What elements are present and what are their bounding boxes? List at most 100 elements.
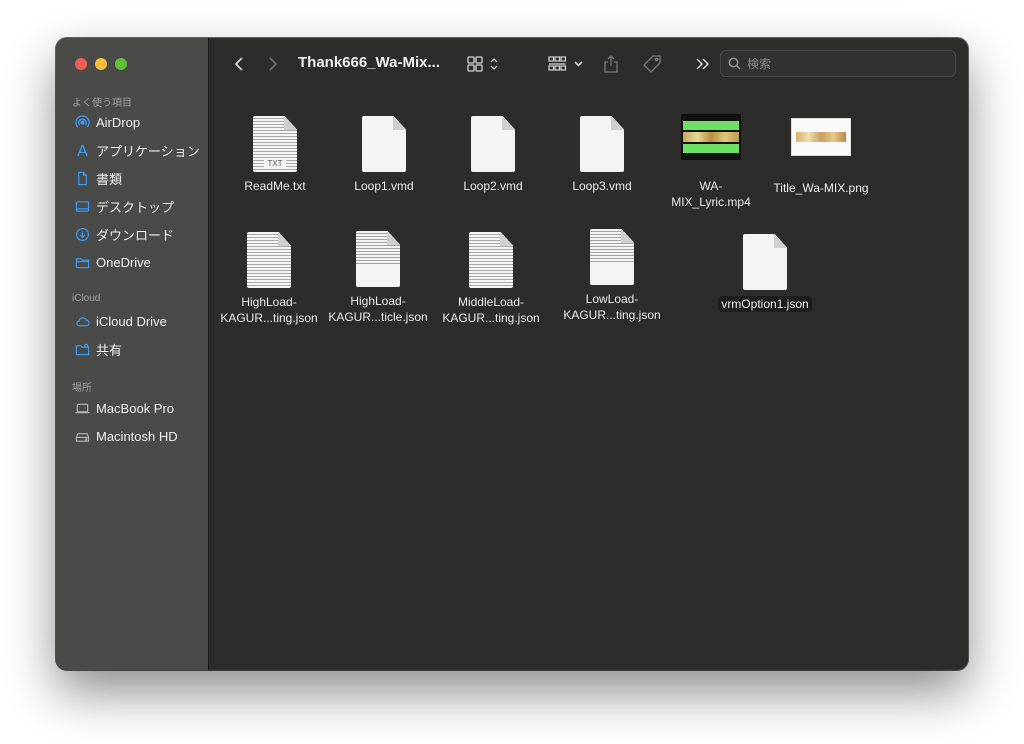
video-thumbnail	[681, 114, 741, 160]
sidebar: よく使う項目 AirDrop アプリケーション 書類 デスクトップ ダウンロード…	[56, 38, 209, 670]
sidebar-item-label: ダウンロード	[96, 227, 175, 243]
file-type-tag: TXT	[264, 159, 286, 168]
file-item-middleload[interactable]: MiddleLoad- KAGUR...ting.json	[436, 218, 546, 326]
view-mode-button[interactable]	[466, 52, 504, 76]
file-grid: TXT ReadMe.txt Loop1.vmd Loop2.vmd Loop3…	[210, 90, 968, 670]
chevron-right-icon	[269, 57, 278, 71]
group-button[interactable]	[547, 52, 587, 76]
forward-button[interactable]	[263, 52, 283, 76]
window-controls	[75, 58, 127, 70]
toolbar: Thank666_Wa-Mix... 検索	[209, 38, 968, 90]
file-item-readme[interactable]: TXT ReadMe.txt	[220, 102, 330, 194]
window-title: Thank666_Wa-Mix...	[298, 54, 440, 71]
chevron-left-icon	[234, 57, 243, 71]
document-icon	[74, 170, 90, 186]
file-icon-wrap	[323, 217, 433, 287]
json-file-icon	[356, 231, 400, 287]
sidebar-item-desktop[interactable]: デスクトップ	[74, 196, 174, 216]
download-icon	[74, 226, 90, 242]
sidebar-item-airdrop[interactable]: AirDrop	[74, 112, 140, 132]
more-toolbar-button[interactable]	[693, 52, 713, 76]
share-button[interactable]	[601, 52, 621, 76]
sidebar-section-favorites-title: よく使う項目	[72, 98, 132, 109]
sidebar-item-onedrive[interactable]: OneDrive	[74, 252, 151, 272]
laptop-icon	[74, 400, 90, 416]
file-item-highload-ticle[interactable]: HighLoad- KAGUR...ticle.json	[323, 217, 433, 325]
file-item-highload-ting[interactable]: HighLoad- KAGUR...ting.json	[214, 218, 324, 326]
json-file-icon	[743, 234, 787, 290]
file-name: Loop2.vmd	[463, 179, 523, 193]
file-icon-wrap	[214, 218, 324, 288]
sidebar-item-label: MacBook Pro	[96, 400, 175, 416]
zoom-button[interactable]	[115, 58, 127, 70]
blank-file-icon	[580, 116, 624, 172]
text-file-icon: TXT	[253, 116, 297, 172]
image-thumbnail	[791, 118, 851, 156]
file-item-loop1[interactable]: Loop1.vmd	[329, 102, 439, 194]
file-item-title-png[interactable]: Title_Wa-MIX.png	[766, 102, 876, 196]
sidebar-item-label: 共有	[96, 342, 123, 358]
sidebar-item-label: Macintosh HD	[96, 428, 178, 444]
disk-icon	[74, 428, 90, 444]
sidebar-item-macintosh-hd[interactable]: Macintosh HD	[74, 426, 178, 446]
file-item-loop3[interactable]: Loop3.vmd	[547, 102, 657, 194]
file-name: WA- MIX_Lyric.mp4	[671, 179, 751, 209]
blank-file-icon	[362, 116, 406, 172]
sidebar-item-label: AirDrop	[96, 114, 141, 130]
file-icon-wrap	[710, 230, 820, 290]
file-icon-wrap	[766, 102, 876, 172]
tag-button[interactable]	[641, 52, 663, 76]
finder-window: よく使う項目 AirDrop アプリケーション 書類 デスクトップ ダウンロード…	[56, 38, 968, 670]
file-icon-wrap	[329, 102, 439, 172]
file-name: Title_Wa-MIX.png	[773, 181, 869, 195]
file-icon-wrap	[557, 215, 667, 285]
file-item-vrmoption[interactable]: vrmOption1.json	[710, 230, 820, 312]
file-name: ReadMe.txt	[244, 179, 306, 193]
sidebar-section-icloud-title: iCloud	[72, 293, 101, 304]
file-name: HighLoad- KAGUR...ting.json	[220, 295, 318, 325]
blank-file-icon	[471, 116, 515, 172]
file-icon-wrap	[436, 218, 546, 288]
file-item-loop2[interactable]: Loop2.vmd	[438, 102, 548, 194]
share-icon	[604, 55, 618, 73]
file-item-lowload[interactable]: LowLoad- KAGUR...ting.json	[557, 215, 667, 323]
folder-icon	[74, 254, 90, 270]
airdrop-icon	[74, 114, 90, 130]
sidebar-item-label: iCloud Drive	[96, 313, 167, 329]
file-name: vrmOption1.json	[718, 296, 812, 312]
icon-view-icon	[467, 56, 498, 72]
cloud-icon	[74, 313, 90, 329]
search-icon	[728, 57, 741, 70]
file-name: HighLoad- KAGUR...ticle.json	[328, 294, 428, 324]
tag-icon	[643, 55, 661, 73]
json-file-icon	[469, 232, 513, 288]
file-name: LowLoad- KAGUR...ting.json	[563, 292, 661, 322]
file-icon-wrap	[547, 102, 657, 172]
file-icon-wrap	[656, 102, 766, 172]
sidebar-item-label: アプリケーション	[96, 143, 200, 159]
sidebar-item-icloud-drive[interactable]: iCloud Drive	[74, 311, 167, 331]
file-icon-wrap	[438, 102, 548, 172]
file-name: Loop1.vmd	[354, 179, 414, 193]
sidebar-item-label: デスクトップ	[96, 199, 175, 215]
sidebar-item-label: 書類	[96, 171, 123, 187]
sidebar-item-downloads[interactable]: ダウンロード	[74, 224, 174, 244]
minimize-button[interactable]	[95, 58, 107, 70]
search-field[interactable]: 検索	[720, 50, 956, 77]
file-icon-wrap: TXT	[220, 102, 330, 172]
double-chevron-right-icon	[696, 58, 710, 70]
sidebar-item-label: OneDrive	[96, 254, 151, 270]
sidebar-item-applications[interactable]: アプリケーション	[74, 140, 200, 160]
sidebar-item-shared[interactable]: 共有	[74, 339, 122, 359]
sidebar-section-locations-title: 場所	[72, 383, 92, 394]
json-file-icon	[247, 232, 291, 288]
applications-icon	[74, 142, 90, 158]
group-icon	[548, 56, 583, 71]
back-button[interactable]	[229, 52, 249, 76]
json-file-icon	[590, 229, 634, 285]
sidebar-item-macbook-pro[interactable]: MacBook Pro	[74, 398, 174, 418]
close-button[interactable]	[75, 58, 87, 70]
sidebar-item-documents[interactable]: 書類	[74, 168, 122, 188]
file-item-lyric-video[interactable]: WA- MIX_Lyric.mp4	[656, 102, 766, 210]
file-name: Loop3.vmd	[572, 179, 632, 193]
